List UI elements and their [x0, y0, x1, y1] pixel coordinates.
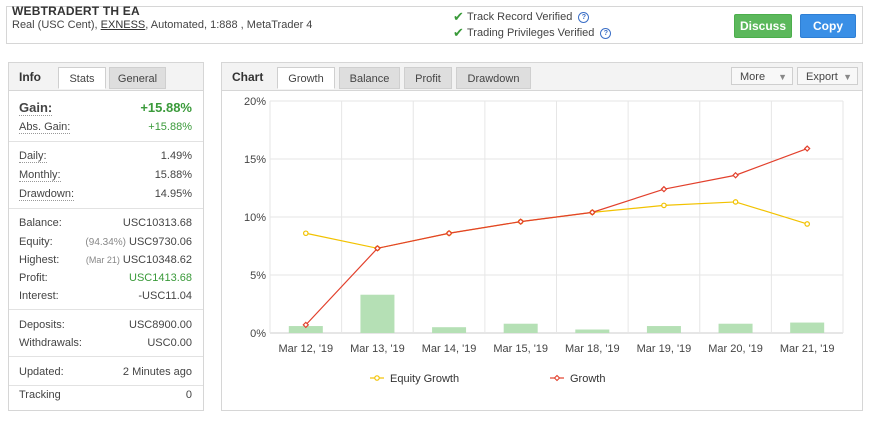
growth-bar [718, 323, 753, 333]
data-point [660, 185, 668, 193]
data-point [732, 199, 739, 205]
growth-bar [646, 326, 681, 333]
x-tick-label: Mar 19, '19 [637, 343, 692, 355]
data-point [303, 230, 309, 237]
y-tick-label: 10% [244, 212, 266, 224]
growth-bar [790, 322, 825, 333]
data-point [803, 145, 811, 152]
data-point [804, 221, 810, 227]
y-tick-label: 0% [250, 328, 266, 340]
data-point [732, 171, 739, 179]
y-tick-label: 20% [244, 96, 266, 108]
growth-bar [575, 329, 610, 333]
growth-bar [432, 327, 467, 333]
x-tick-label: Mar 15, '19 [493, 343, 548, 355]
x-tick-label: Mar 18, '19 [565, 343, 620, 355]
data-point [661, 202, 667, 209]
y-tick-label: 5% [250, 270, 266, 282]
x-tick-label: Mar 12, '19 [278, 343, 333, 355]
legend-marker [553, 374, 561, 382]
growth-bar [503, 323, 538, 333]
growth-bar [360, 294, 395, 333]
growth-chart: 0% 5% 10% 15% 20% Mar 12, '19 Mar 13, '19 Mar 1… [244, 96, 844, 385]
legend-label: Equity Growth [390, 373, 459, 385]
x-tick-label: Mar 13, '19 [350, 343, 405, 355]
legend-label: Growth [570, 373, 605, 385]
x-tick-label: Mar 14, '19 [422, 343, 477, 355]
y-tick-label: 15% [244, 154, 266, 166]
x-tick-label: Mar 20, '19 [708, 343, 763, 355]
x-tick-label: Mar 21, '19 [780, 343, 835, 355]
legend-marker [374, 375, 380, 381]
